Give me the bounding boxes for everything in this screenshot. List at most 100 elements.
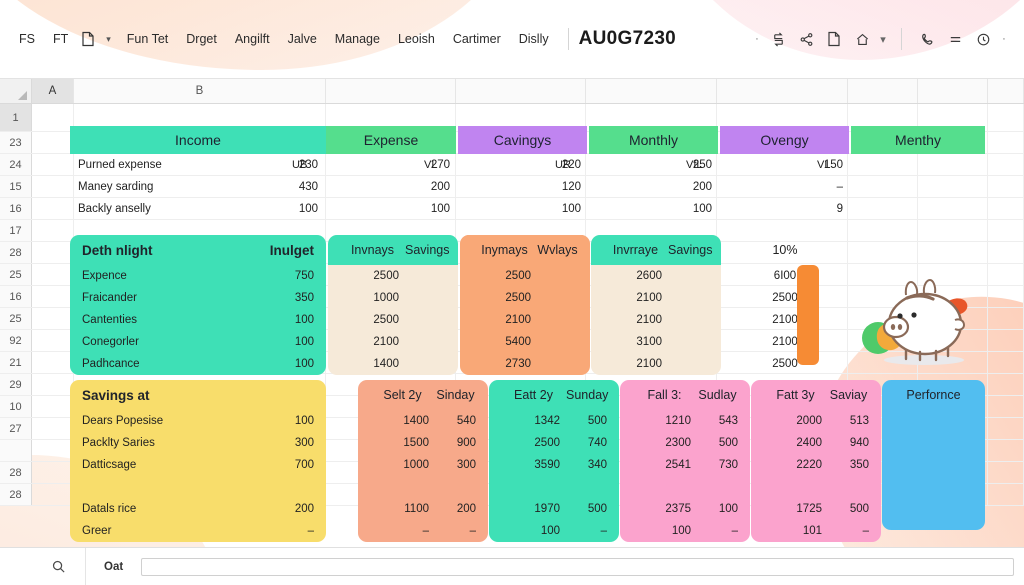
column-header-e[interactable] — [586, 79, 717, 103]
column-header-d[interactable] — [456, 79, 586, 103]
column-header-h[interactable] — [918, 79, 988, 103]
grid-cell[interactable] — [717, 198, 848, 219]
invnays-savings-card[interactable]: Invnays Savings 2500 1000 2500 2100 1400 — [328, 235, 458, 375]
selt2y-sinday-card[interactable]: Selt 2y Sinday 1400 540 1500 900 1000 300 1100 20… — [358, 380, 488, 542]
menu-item-fs[interactable]: FS — [10, 27, 44, 51]
grid-cell[interactable] — [32, 462, 74, 483]
grid-cell[interactable] — [848, 220, 918, 241]
grid-cell[interactable] — [74, 198, 326, 219]
menu-tab-fun-tet[interactable]: Fun Tet — [118, 27, 177, 51]
grid-cell[interactable] — [988, 198, 1024, 219]
row-header[interactable]: 24 — [0, 154, 32, 175]
menu-tab-drget[interactable]: Drget — [177, 27, 226, 51]
fatt3y-saviay-card[interactable]: Fatt 3y Saviay 2000 513 2400 940 2220 350 1725 50… — [751, 380, 881, 542]
search-icon[interactable] — [32, 547, 86, 585]
phone-icon[interactable] — [914, 26, 940, 52]
grid-cell[interactable] — [32, 286, 74, 307]
home-icon[interactable] — [849, 26, 875, 52]
grid-cell[interactable] — [988, 440, 1024, 461]
grid-cell[interactable] — [456, 198, 586, 219]
column-header-i[interactable] — [988, 79, 1024, 103]
grid-cell[interactable] — [717, 176, 848, 197]
eatt2y-sunday-card[interactable]: Eatt 2y Sunday 1342 500 2500 740 3590 340 1970 50… — [489, 380, 619, 542]
budget-card[interactable]: Deth nlight Inulget Expence 750 Fraicander 35… — [70, 235, 326, 375]
grid-cell[interactable] — [32, 396, 74, 417]
grid-cell[interactable] — [32, 220, 74, 241]
row-header[interactable]: 28 — [0, 462, 32, 483]
row-header[interactable]: 23 — [0, 132, 32, 153]
grid-cell[interactable] — [988, 104, 1024, 131]
grid-cell[interactable] — [32, 330, 74, 351]
more-dot-icon[interactable]: · — [751, 33, 763, 45]
grid-cell[interactable] — [988, 264, 1024, 285]
search-input[interactable] — [141, 557, 1014, 576]
grid-cell[interactable] — [988, 154, 1024, 175]
share-icon[interactable] — [793, 26, 819, 52]
grid-cell[interactable] — [586, 198, 717, 219]
row-header[interactable]: 28 — [0, 484, 32, 505]
grid-cell[interactable] — [988, 352, 1024, 373]
grid-cell[interactable] — [32, 308, 74, 329]
menu-tab-leoish[interactable]: Leoish — [389, 27, 444, 51]
orange-bar-indicator[interactable] — [797, 265, 819, 365]
menu-tab-manage[interactable]: Manage — [326, 27, 389, 51]
grid-cell[interactable] — [988, 462, 1024, 483]
grid-cell[interactable] — [32, 264, 74, 285]
grid-cell[interactable] — [32, 418, 74, 439]
row-header[interactable]: 17 — [0, 220, 32, 241]
grid-cell[interactable] — [848, 198, 918, 219]
grid-cell[interactable] — [988, 484, 1024, 505]
grid-cell[interactable] — [326, 154, 456, 175]
menu-tab-cartimer[interactable]: Cartimer — [444, 27, 510, 51]
grid-cell[interactable] — [74, 154, 326, 175]
grid-cell[interactable] — [988, 176, 1024, 197]
grid-cell[interactable] — [918, 220, 988, 241]
row-header[interactable]: 29 — [0, 374, 32, 395]
grid-cell[interactable] — [848, 176, 918, 197]
grid-cell[interactable] — [32, 242, 74, 263]
grid-cell[interactable] — [456, 176, 586, 197]
grid-cell[interactable] — [717, 154, 848, 175]
grid-cell[interactable] — [32, 132, 74, 153]
perfornce-card[interactable]: Perfornce — [882, 380, 985, 530]
banner-expense[interactable]: Expense — [326, 126, 456, 154]
overflow-icon[interactable]: · — [998, 33, 1010, 45]
grid-cell[interactable] — [32, 104, 74, 131]
select-all-corner[interactable] — [0, 79, 32, 103]
grid-cell[interactable] — [918, 176, 988, 197]
grid-cell[interactable] — [918, 154, 988, 175]
grid-cell[interactable] — [32, 374, 74, 395]
savings-card[interactable]: Savings at Dears Popesise 100 Packlty Sarie… — [70, 380, 326, 542]
grid-cell[interactable] — [32, 440, 74, 461]
column-header-g[interactable] — [848, 79, 918, 103]
row-header[interactable]: 21 — [0, 352, 32, 373]
banner-monthly[interactable]: Monthly — [589, 126, 718, 154]
column-header-a[interactable]: A — [32, 79, 74, 103]
row-header[interactable]: 28 — [0, 242, 32, 263]
flip-icon[interactable] — [765, 26, 791, 52]
grid-cell[interactable] — [848, 154, 918, 175]
grid-cell[interactable] — [988, 308, 1024, 329]
row-header[interactable]: 1 — [0, 104, 32, 131]
chevron-down-icon[interactable]: ▾ — [99, 29, 118, 50]
grid-cell[interactable] — [988, 220, 1024, 241]
row-header[interactable]: 25 — [0, 308, 32, 329]
grid-cell[interactable] — [74, 176, 326, 197]
grid-cell[interactable] — [988, 330, 1024, 351]
row-header[interactable]: 10 — [0, 396, 32, 417]
clock-icon[interactable] — [970, 26, 996, 52]
row-header[interactable]: 15 — [0, 176, 32, 197]
grid-cell[interactable] — [32, 352, 74, 373]
chevron-down-icon-right[interactable]: ▾ — [877, 33, 889, 46]
grid-cell[interactable] — [918, 198, 988, 219]
banner-menthy[interactable]: Menthy — [851, 126, 985, 154]
row-header[interactable]: 25 — [0, 264, 32, 285]
grid-cell[interactable] — [32, 198, 74, 219]
grid-cell[interactable] — [326, 176, 456, 197]
menu-tab-jalve[interactable]: Jalve — [279, 27, 326, 51]
grid-cell[interactable] — [988, 286, 1024, 307]
banner-cavingys[interactable]: Cavingys — [458, 126, 587, 154]
menu-icon[interactable] — [942, 26, 968, 52]
grid-cell[interactable] — [848, 242, 918, 263]
column-header-b[interactable]: B — [74, 79, 326, 103]
